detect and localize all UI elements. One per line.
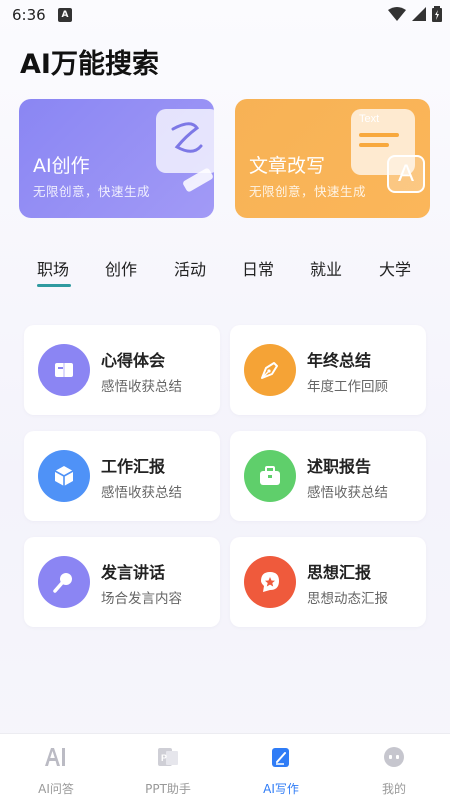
feature-title: 工作汇报 [101, 457, 166, 476]
cube-icon [38, 450, 90, 502]
feature-card-speech[interactable]: 发言讲话 场合发言内容 [24, 537, 220, 627]
nav-profile[interactable]: 我的 [338, 734, 450, 800]
status-time: 6:36 [12, 6, 46, 24]
feature-card-ideological-report[interactable]: 思想汇报 思想动态汇报 [230, 537, 426, 627]
status-bar: 6:36 A [0, 0, 450, 32]
tab-employment[interactable]: 就业 [310, 256, 342, 280]
feature-subtitle: 思想动态汇报 [307, 591, 388, 607]
tab-daily[interactable]: 日常 [242, 256, 274, 280]
feature-title: 发言讲话 [101, 563, 166, 582]
status-icons [388, 6, 442, 22]
feature-title: 述职报告 [307, 457, 372, 476]
pen-nib-icon [244, 344, 296, 396]
feature-subtitle: 感悟收获总结 [101, 485, 182, 501]
svg-text:P: P [161, 753, 167, 763]
feature-card-year-end-summary[interactable]: 年终总结 年度工作回顾 [230, 325, 426, 415]
ppt-icon: P [155, 744, 181, 770]
star-badge-icon [244, 556, 296, 608]
signal-icon [412, 7, 426, 21]
feature-card-work-report[interactable]: 工作汇报 感悟收获总结 [24, 431, 220, 521]
hero-subtitle-ai-create: 无限创意，快速生成 [33, 184, 151, 199]
hero-card-ai-create[interactable]: AI创作 无限创意，快速生成 [19, 99, 214, 218]
document-text-label: Text [359, 113, 380, 125]
letter-a-label: A [397, 160, 414, 187]
book-icon [38, 344, 90, 396]
nav-ppt-assistant[interactable]: P PPT助手 [112, 734, 224, 800]
feature-card-duty-report[interactable]: 述职报告 感悟收获总结 [230, 431, 426, 521]
microphone-icon [38, 556, 90, 608]
battery-icon [432, 6, 442, 22]
tab-university[interactable]: 大学 [379, 256, 411, 280]
profile-icon [381, 744, 407, 770]
tab-creation[interactable]: 创作 [105, 256, 137, 280]
feature-subtitle: 场合发言内容 [101, 591, 182, 607]
wifi-icon [388, 7, 406, 21]
hero-title-article-rewrite: 文章改写 [249, 155, 326, 177]
nav-label: 我的 [381, 782, 406, 796]
nav-label: AI问答 [38, 782, 74, 796]
feature-title: 心得体会 [101, 351, 166, 370]
nav-label: PPT助手 [145, 782, 191, 796]
nav-label: AI写作 [263, 782, 299, 796]
tab-workplace[interactable]: 职场 [37, 256, 69, 280]
tab-activity[interactable]: 活动 [174, 256, 206, 280]
feature-title: 思想汇报 [307, 563, 372, 582]
category-tabs: 职场 创作 活动 日常 就业 大学 [0, 256, 450, 296]
hero-title-ai-create: AI创作 [33, 155, 90, 177]
feature-card-reflections[interactable]: 心得体会 感悟收获总结 [24, 325, 220, 415]
letter-a-icon: A [387, 155, 425, 193]
active-tab-indicator [37, 284, 71, 287]
hero-card-article-rewrite[interactable]: Text A 文章改写 无限创意，快速生成 [235, 99, 430, 218]
briefcase-icon [244, 450, 296, 502]
feature-title: 年终总结 [307, 351, 372, 370]
ai-text-icon [43, 744, 69, 770]
hero-subtitle-article-rewrite: 无限创意，快速生成 [249, 184, 367, 199]
feature-subtitle: 年度工作回顾 [307, 379, 388, 395]
page-title: AI万能搜索 [20, 49, 159, 80]
notification-icon: A [58, 8, 72, 22]
feature-subtitle: 感悟收获总结 [307, 485, 388, 501]
nav-ai-writing[interactable]: AI写作 [225, 734, 337, 800]
bottom-nav: AI问答 P PPT助手 AI写作 我的 [0, 733, 450, 800]
feature-subtitle: 感悟收获总结 [101, 379, 182, 395]
write-icon [268, 744, 294, 770]
nav-ai-qa[interactable]: AI问答 [0, 734, 112, 800]
